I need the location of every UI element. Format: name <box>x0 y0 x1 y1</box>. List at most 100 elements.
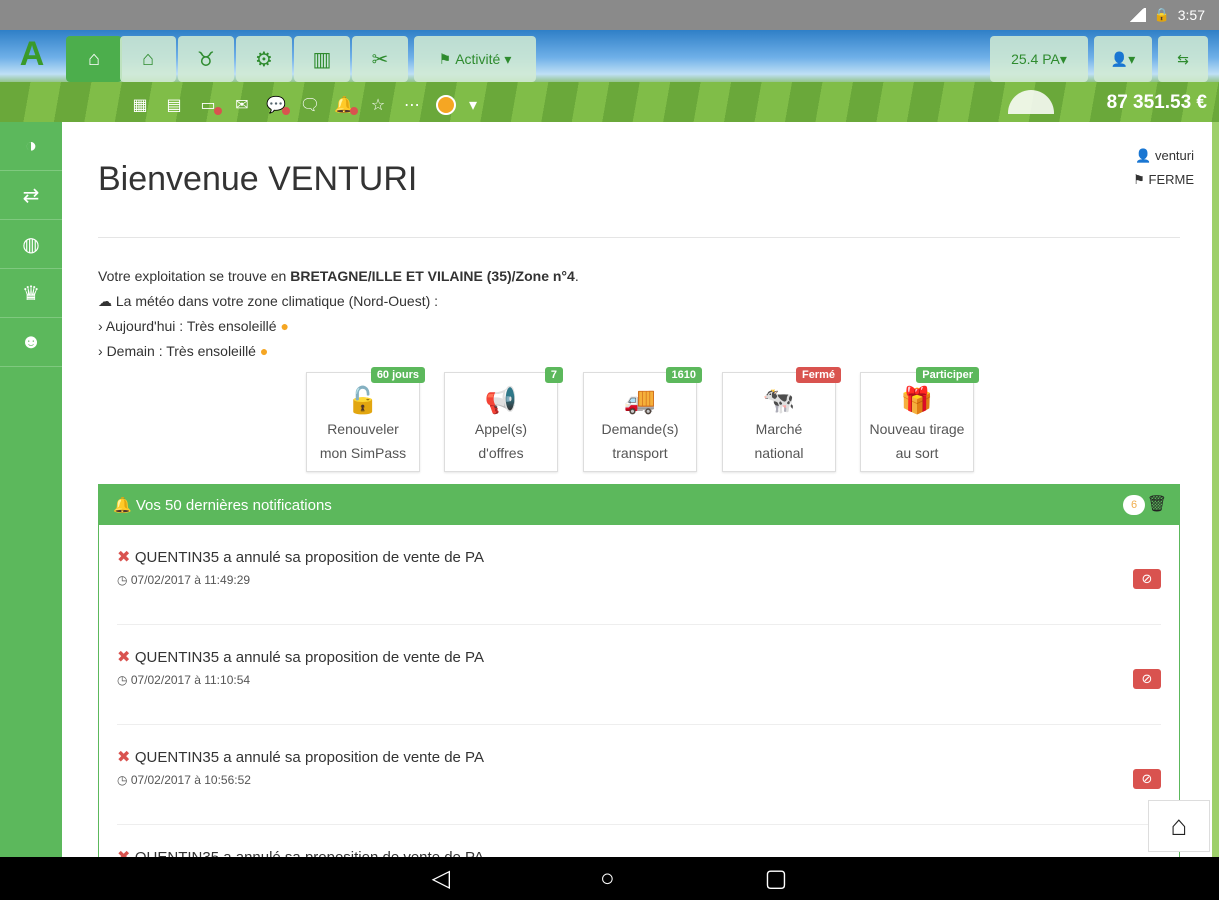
lock-icon: 🔒 <box>1153 7 1170 22</box>
notifications-header: 🔔 Vos 50 dernières notifications 6 🗑 <box>99 485 1179 525</box>
bell-icon: 🔔 <box>113 497 132 514</box>
page-title: Bienvenue VENTURI <box>98 160 418 198</box>
list-item: ✖ QUENTIN35 a annulé sa proposition de v… <box>117 525 1161 625</box>
calendar-icon[interactable]: ▦ <box>128 93 152 117</box>
money-balance: 87 351.53 € <box>1106 92 1207 113</box>
chevron-down-icon: ▾ <box>1128 50 1136 67</box>
comments-icon[interactable]: 🗨 <box>298 93 322 117</box>
sun-icon: ● <box>280 318 289 334</box>
envelope-icon[interactable]: ✉ <box>230 93 254 117</box>
activity-dropdown[interactable]: ⚑ Activité ▾ <box>414 36 536 82</box>
exchange-icon: ⇄ <box>22 184 40 207</box>
main-panel: Bienvenue VENTURI 👤 venturi ⚑ FERME Votr… <box>62 122 1212 857</box>
ellipsis-icon[interactable]: ⋯ <box>400 93 424 117</box>
farm-info: Votre exploitation se trouve en BRETAGNE… <box>98 264 579 364</box>
tile-label: Demande(s) <box>601 421 679 437</box>
star-icon[interactable]: ☆ <box>366 93 390 117</box>
nav-cattle-button[interactable]: ♉ <box>178 36 234 82</box>
document-icon[interactable]: ▤ <box>162 93 186 117</box>
sidebar-item-exchange[interactable]: ⇄ <box>0 171 62 220</box>
tile-transport[interactable]: 1610 🚚 Demande(s) transport <box>583 367 702 472</box>
home-icon: ⌂ <box>1170 810 1188 841</box>
nav-tools-button[interactable]: ✂ <box>352 36 408 82</box>
unlock-icon: 🔓 <box>346 385 380 415</box>
header-toolbar: ▦ ▤ ▭ ✉ 💬 🗨 🔔 ☆ ⋯ ▾ <box>128 92 478 118</box>
sidebar: ◑ ⇄ ◍ ♛ ☻ <box>0 122 62 857</box>
user-icon: 👤 <box>1135 148 1152 163</box>
notification-text: QUENTIN35 a annulé sa proposition de ven… <box>134 649 484 666</box>
gift-icon: 🎁 <box>900 385 934 415</box>
tile-tenders[interactable]: 7 📢 Appel(s) d'offres <box>444 367 563 472</box>
pa-dropdown[interactable]: 25.4 PA ▾ <box>990 36 1088 82</box>
content-area: Bienvenue VENTURI 👤 venturi ⚑ FERME Votr… <box>62 122 1219 857</box>
pa-label: 25.4 PA <box>1011 51 1060 67</box>
exchange-button[interactable]: ⇆ <box>1158 36 1208 82</box>
clock-icon: ◷ <box>117 573 128 587</box>
list-item: ✖ QUENTIN35 a annulé sa proposition de v… <box>117 825 1161 857</box>
home-icon: ⌂ <box>87 47 101 70</box>
close-icon: ✖ <box>117 749 131 766</box>
back-icon[interactable]: ◁ <box>432 864 450 893</box>
notification-date: 07/02/2017 à 10:56:52 <box>130 773 251 787</box>
sidebar-item-overview[interactable]: ◑ <box>0 122 62 171</box>
close-icon: ✖ <box>117 549 131 566</box>
user-info: 👤 venturi ⚑ FERME <box>1133 144 1194 192</box>
signpost-icon: ⚑ <box>1133 172 1145 187</box>
nav-home-button[interactable]: ⌂ <box>66 36 122 82</box>
notification-count-badge: 6 <box>1123 495 1145 515</box>
list-item: ✖ QUENTIN35 a annulé sa proposition de v… <box>117 625 1161 725</box>
chevron-right-icon: › <box>98 343 103 359</box>
location-prefix: Votre exploitation se trouve en <box>98 268 291 284</box>
sidebar-item-users[interactable]: ☻ <box>0 318 62 367</box>
user-dropdown[interactable]: 👤 ▾ <box>1094 36 1152 82</box>
tile-draw[interactable]: Participer 🎁 Nouveau tirage au sort <box>860 367 979 472</box>
exchange-icon: ⇆ <box>1177 50 1189 67</box>
tile-label: Renouveler <box>327 421 399 437</box>
delete-notification-button[interactable]: ⊘ <box>1133 569 1161 589</box>
notification-text: QUENTIN35 a annulé sa proposition de ven… <box>134 749 484 766</box>
notifications-panel: 🔔 Vos 50 dernières notifications 6 🗑 ✖ Q… <box>98 484 1180 857</box>
tile-label: au sort <box>895 445 939 461</box>
tile-badge: 7 <box>544 367 563 383</box>
home-circle-icon[interactable]: ○ <box>600 865 615 893</box>
chevron-down-icon[interactable]: ▾ <box>468 93 478 117</box>
app-logo[interactable]: A <box>12 34 52 74</box>
megaphone-icon: 📢 <box>484 385 518 415</box>
half-circle-icon: ◑ <box>24 134 38 157</box>
tile-simpass[interactable]: 60 jours 🔓 Renouveler mon SimPass <box>306 367 425 472</box>
weather-tomorrow: Demain : Très ensoleillé <box>106 343 256 359</box>
sidebar-item-trophy[interactable]: ♛ <box>0 269 62 318</box>
nav-tractor-button[interactable]: ⚙ <box>236 36 292 82</box>
cow-icon: ♉ <box>197 48 215 71</box>
chat-icon[interactable]: 💬 <box>264 93 290 117</box>
tile-label: Nouveau tirage <box>869 421 965 437</box>
inbox-icon[interactable]: ▭ <box>196 93 222 117</box>
recents-icon[interactable]: ▢ <box>765 864 788 893</box>
tile-badge: Fermé <box>795 367 841 383</box>
tile-label: Marché <box>755 421 803 437</box>
nav-farm-button[interactable]: ⌂ <box>120 36 176 82</box>
tile-badge: Participer <box>916 367 979 383</box>
tile-label: national <box>754 445 804 461</box>
notification-date: 07/02/2017 à 11:10:54 <box>130 673 251 687</box>
activity-label: Activité <box>455 51 501 67</box>
sidebar-item-world[interactable]: ◍ <box>0 220 62 269</box>
ban-icon: ⊘ <box>1141 771 1153 786</box>
nav-silo-button[interactable]: ▥ <box>294 36 350 82</box>
weather-sun-icon[interactable] <box>434 93 458 117</box>
chevron-right-icon: › <box>98 318 103 334</box>
delete-notification-button[interactable]: ⊘ <box>1133 669 1161 689</box>
signal-icon <box>1127 8 1146 22</box>
weather-today: Aujourd'hui : Très ensoleillé <box>105 318 277 334</box>
tools-icon: ✂ <box>371 48 389 71</box>
bell-icon[interactable]: 🔔 <box>332 93 358 117</box>
sun-icon: ● <box>259 343 269 359</box>
tile-label: d'offres <box>478 445 524 461</box>
farm-name[interactable]: FERME <box>1149 172 1195 187</box>
home-floating-button[interactable]: ⌂ <box>1148 800 1210 852</box>
trash-icon[interactable]: 🗑 <box>1147 494 1167 514</box>
delete-notification-button[interactable]: ⊘ <box>1133 769 1161 789</box>
username[interactable]: venturi <box>1155 148 1194 163</box>
tile-market[interactable]: Fermé 🐄 Marché national <box>722 367 841 472</box>
location-value: BRETAGNE/ILLE ET VILAINE (35)/Zone n°4 <box>290 268 575 284</box>
